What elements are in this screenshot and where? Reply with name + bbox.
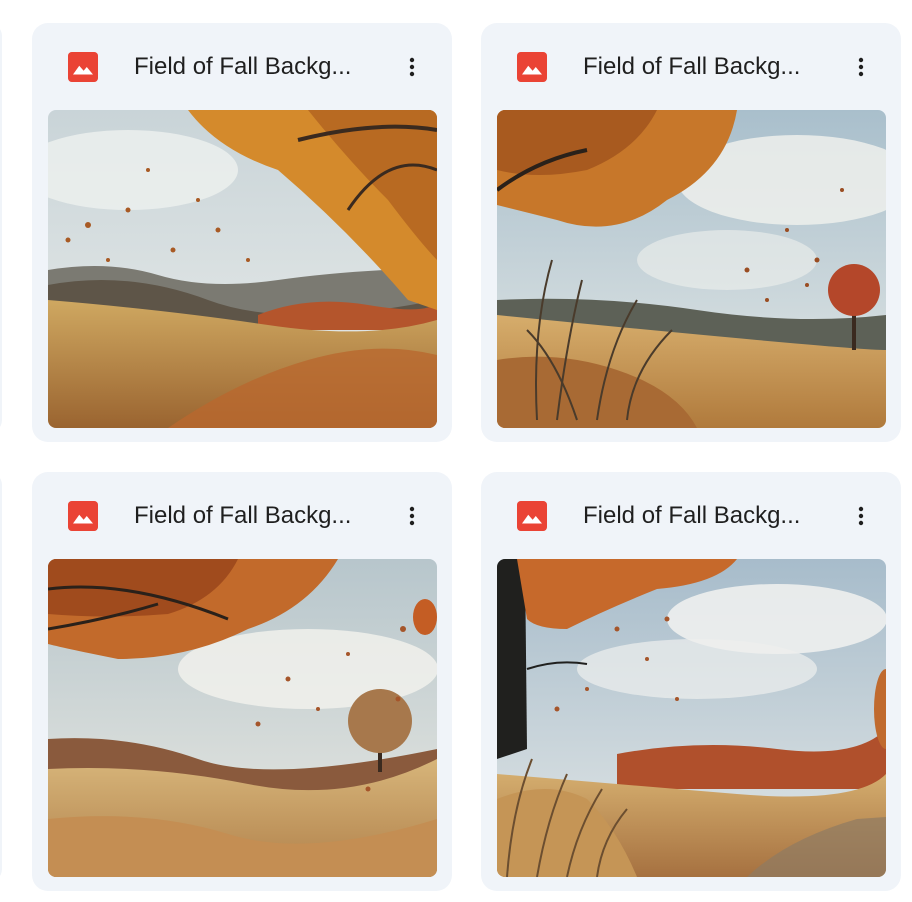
file-name: Field of Fall Backg... bbox=[134, 53, 352, 80]
more-vert-icon bbox=[858, 506, 864, 526]
image-file-icon bbox=[517, 501, 547, 531]
more-actions-button[interactable] bbox=[392, 47, 432, 87]
more-vert-icon bbox=[409, 57, 415, 77]
partial-file-card[interactable] bbox=[0, 23, 2, 433]
file-thumbnail[interactable] bbox=[48, 559, 437, 877]
file-thumbnail[interactable] bbox=[48, 110, 437, 428]
file-card-header: Field of Fall Backg... bbox=[32, 472, 452, 558]
partial-file-card[interactable] bbox=[0, 472, 2, 882]
file-card[interactable]: Field of Fall Backg... bbox=[481, 472, 901, 891]
file-card-header: Field of Fall Backg... bbox=[481, 472, 901, 558]
more-actions-button[interactable] bbox=[841, 47, 881, 87]
more-vert-icon bbox=[409, 506, 415, 526]
image-file-icon bbox=[68, 501, 98, 531]
image-file-icon bbox=[68, 52, 98, 82]
more-actions-button[interactable] bbox=[841, 496, 881, 536]
file-name: Field of Fall Backg... bbox=[134, 502, 352, 529]
more-actions-button[interactable] bbox=[392, 496, 432, 536]
file-name: Field of Fall Backg... bbox=[583, 502, 801, 529]
file-card[interactable]: Field of Fall Backg... bbox=[32, 472, 452, 891]
image-file-icon bbox=[517, 52, 547, 82]
file-card-header: Field of Fall Backg... bbox=[481, 23, 901, 109]
file-thumbnail[interactable] bbox=[497, 110, 886, 428]
file-card-header: Field of Fall Backg... bbox=[32, 23, 452, 109]
file-thumbnail[interactable] bbox=[497, 559, 886, 877]
file-name: Field of Fall Backg... bbox=[583, 53, 801, 80]
file-card[interactable]: Field of Fall Backg... bbox=[32, 23, 452, 442]
more-vert-icon bbox=[858, 57, 864, 77]
file-card[interactable]: Field of Fall Backg... bbox=[481, 23, 901, 442]
